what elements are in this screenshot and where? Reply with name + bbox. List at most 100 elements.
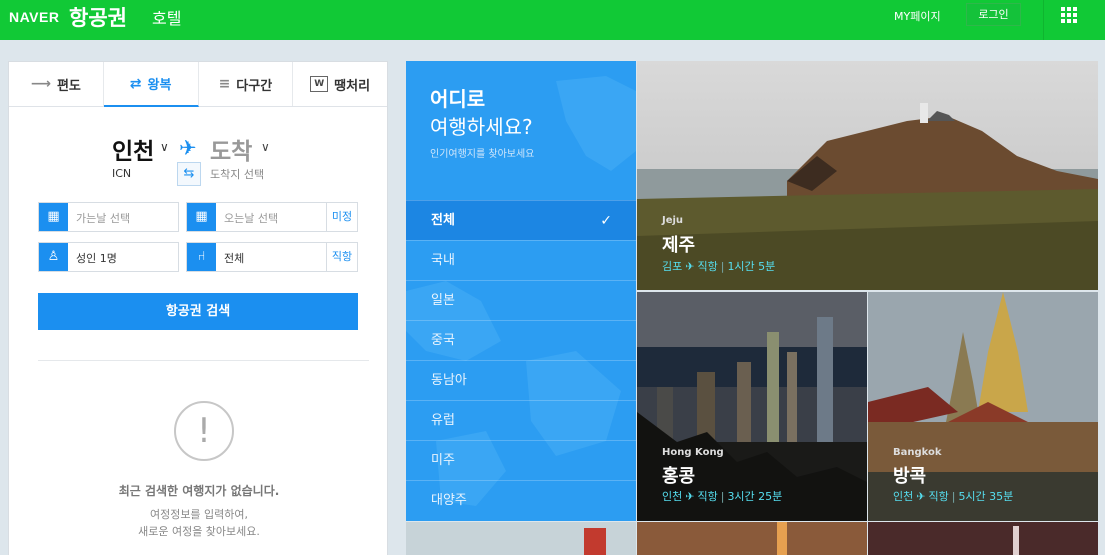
- top-bar: NAVER 항공권 호텔 MY페이지 로그인: [0, 0, 1105, 40]
- flight-info: 김포 ✈ 직항 | 1시간 5분: [662, 258, 775, 274]
- region-item-oceania[interactable]: 대양주: [406, 480, 636, 520]
- region-list: 전체 ✓ 국내 일본 중국 동남아 유럽 미주 대양주: [406, 200, 636, 520]
- departure-city[interactable]: 인천: [112, 132, 154, 166]
- chevron-down-icon[interactable]: ∨: [261, 140, 270, 154]
- route-selector: 인천 ∨ ✈ 도착 ∨ ICN ⇆ 도착지 선택: [9, 132, 389, 192]
- region-item-japan[interactable]: 일본: [406, 280, 636, 320]
- naver-logo[interactable]: NAVER: [9, 9, 59, 25]
- destination-card-jeju[interactable]: Jeju 제주 김포 ✈ 직항 | 1시간 5분: [637, 61, 1098, 290]
- seat-class-field[interactable]: ⑁ 전체 직항: [186, 242, 358, 272]
- city-english-name: Jeju: [662, 215, 684, 226]
- destination-card-partial[interactable]: [637, 522, 867, 555]
- region-item-southeast-asia[interactable]: 동남아: [406, 360, 636, 400]
- flight-info: 인천 ✈ 직항 | 5시간 35분: [893, 488, 1013, 504]
- hotel-link[interactable]: 호텔: [152, 5, 181, 29]
- depart-date-field[interactable]: ▦ 가는날 선택: [38, 202, 179, 232]
- region-item-americas[interactable]: 미주: [406, 440, 636, 480]
- destination-menu: 어디로 여행하세요? 인기여행지를 찾아보세요 전체 ✓ 국내 일본 중국 동남…: [406, 61, 636, 521]
- seat-class-value: 전체: [224, 252, 245, 265]
- header-divider: [1043, 0, 1044, 40]
- airplane-icon: ✈: [179, 136, 197, 160]
- calendar-icon: ▦: [187, 203, 216, 231]
- region-item-domestic[interactable]: 국내: [406, 240, 636, 280]
- no-recent-search-title: 최근 검색한 여행지가 없습니다.: [118, 484, 280, 498]
- flight-search-panel: ⟶ 편도 ⇄ 왕복 ≡ 다구간 W 땡처리 인천 ∨ ✈ 도착 ∨ ICN ⇆ …: [8, 61, 388, 555]
- airplane-icon: ✈: [685, 260, 695, 273]
- undecided-button[interactable]: 미정: [326, 203, 357, 231]
- tab-label: 왕복: [147, 78, 172, 93]
- city-english-name: Bangkok: [893, 447, 942, 458]
- city-english-name: Hong Kong: [662, 447, 724, 458]
- partial-photo: [637, 522, 867, 555]
- arrow-right-icon: ⟶: [30, 76, 51, 92]
- return-date-field[interactable]: ▦ 오는날 선택 미정: [186, 202, 358, 232]
- origin-city: 김포: [662, 260, 683, 273]
- region-item-all[interactable]: 전체 ✓: [406, 200, 636, 240]
- separator: |: [720, 260, 725, 273]
- login-button[interactable]: 로그인: [966, 3, 1021, 26]
- w-badge-icon: W: [310, 76, 329, 92]
- swap-route-button[interactable]: ⇆: [177, 162, 201, 186]
- direct-flight-button[interactable]: 직항: [326, 243, 357, 271]
- tab-one-way[interactable]: ⟶ 편도: [9, 62, 104, 106]
- arrival-city[interactable]: 도착: [210, 132, 252, 166]
- menu-title-line2: 여행하세요?: [430, 115, 533, 139]
- region-label: 전체: [431, 213, 455, 228]
- flight-info: 인천 ✈ 직항 | 3시간 25분: [662, 488, 782, 504]
- airplane-icon: ✈: [916, 490, 926, 503]
- flight-type: 직항: [697, 490, 718, 503]
- tab-label: 땡처리: [334, 78, 371, 94]
- city-name: 방콕: [893, 466, 927, 487]
- origin-city: 인천: [893, 490, 914, 503]
- tab-multi-city[interactable]: ≡ 다구간: [199, 62, 294, 106]
- menu-subtitle: 인기여행지를 찾아보세요: [430, 149, 535, 160]
- separator: |: [720, 490, 725, 503]
- flight-duration: 5시간 35분: [958, 490, 1014, 503]
- city-name: 홍콩: [662, 466, 696, 487]
- partial-photo: [868, 522, 1098, 555]
- seat-icon: ⑁: [187, 243, 216, 271]
- destination-card-partial[interactable]: [406, 522, 636, 555]
- return-date-placeholder: 오는날 선택: [224, 212, 279, 225]
- tab-round-trip[interactable]: ⇄ 왕복: [103, 62, 199, 107]
- no-recent-search-message: 여정정보를 입력하여, 새로운 여정을 찾아보세요.: [9, 506, 389, 540]
- apps-grid-icon[interactable]: [1061, 7, 1077, 23]
- destination-card-partial[interactable]: [868, 522, 1098, 555]
- departure-code: ICN: [112, 167, 132, 180]
- round-trip-icon: ⇄: [129, 75, 142, 92]
- airplane-icon: ✈: [685, 490, 695, 503]
- message-line: 새로운 여정을 찾아보세요.: [138, 525, 260, 538]
- passengers-value: 성인 1명: [76, 252, 117, 265]
- flight-type: 직항: [697, 260, 718, 273]
- my-page-link[interactable]: MY페이지: [894, 8, 941, 24]
- person-icon: ♙: [39, 243, 68, 271]
- separator: |: [951, 490, 956, 503]
- origin-city: 인천: [662, 490, 683, 503]
- trip-type-tabs: ⟶ 편도 ⇄ 왕복 ≡ 다구간 W 땡처리: [9, 62, 387, 107]
- exclamation-icon: !: [174, 401, 234, 461]
- flight-type: 직항: [928, 490, 949, 503]
- divider: [38, 360, 369, 361]
- partial-photo: [406, 522, 636, 555]
- destination-card-bangkok[interactable]: Bangkok 방콕 인천 ✈ 직항 | 5시간 35분: [868, 292, 1098, 521]
- flight-duration: 3시간 25분: [727, 490, 783, 503]
- flight-duration: 1시간 5분: [727, 260, 776, 273]
- arrival-select-hint: 도착지 선택: [210, 168, 265, 181]
- tab-last-minute[interactable]: W 땡처리: [293, 62, 387, 106]
- destination-card-hongkong[interactable]: Hong Kong 홍콩 인천 ✈ 직항 | 3시간 25분: [637, 292, 867, 521]
- tab-label: 다구간: [236, 78, 273, 94]
- chevron-down-icon[interactable]: ∨: [160, 140, 169, 154]
- check-icon: ✓: [600, 213, 612, 229]
- region-item-europe[interactable]: 유럽: [406, 400, 636, 440]
- message-line: 여정정보를 입력하여,: [149, 508, 249, 521]
- region-item-china[interactable]: 중국: [406, 320, 636, 360]
- tab-label: 편도: [56, 78, 81, 94]
- multi-leg-icon: ≡: [218, 76, 231, 92]
- jeju-photo: [637, 61, 1098, 290]
- search-flights-button[interactable]: 항공권 검색: [38, 293, 358, 330]
- city-name: 제주: [662, 235, 696, 256]
- service-title[interactable]: 항공권: [69, 2, 127, 32]
- menu-title-line1: 어디로: [430, 87, 486, 111]
- depart-date-placeholder: 가는날 선택: [76, 212, 131, 225]
- passengers-field[interactable]: ♙ 성인 1명: [38, 242, 179, 272]
